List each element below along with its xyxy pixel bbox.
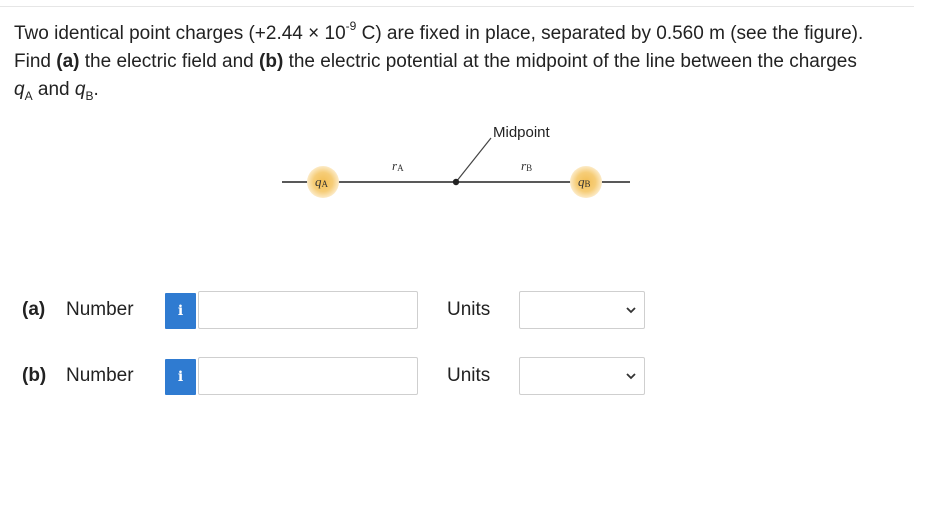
midpoint-label: Midpoint <box>493 124 551 141</box>
charges-figure: Midpoint qA qB rA rB <box>282 124 630 198</box>
find-word: Find <box>14 51 57 72</box>
answer-row-a: (a) Number i Units <box>22 291 662 331</box>
number-input-b[interactable] <box>198 357 418 395</box>
question-line1-pre: Two identical point charges (+2.44 × 10 <box>14 23 346 44</box>
number-label-a: Number <box>66 299 134 320</box>
question-text: Two identical point charges (+2.44 × 10-… <box>14 20 904 104</box>
q-a-sub: A <box>24 88 33 103</box>
question-line1-post: C) are fixed in place, separated by 0.56… <box>356 23 864 44</box>
number-input-a[interactable] <box>198 291 418 329</box>
answer-row-b: (b) Number i Units <box>22 357 662 397</box>
part-b-tag: (b) <box>259 51 284 72</box>
info-icon-a[interactable]: i <box>165 293 196 329</box>
part-a-label: (a) <box>22 299 46 320</box>
r-a-label: rA <box>392 158 404 173</box>
units-select-b[interactable] <box>519 357 645 395</box>
units-label-b: Units <box>447 365 491 386</box>
end-punct: . <box>93 79 99 100</box>
midpoint-dot <box>452 178 460 186</box>
number-label-b: Number <box>66 365 134 386</box>
part-a-tag: (a) <box>56 51 80 72</box>
top-divider <box>0 6 914 7</box>
and-word: and <box>32 79 75 100</box>
question-line2-mid: the electric field and <box>79 51 260 72</box>
part-b-label: (b) <box>22 365 47 386</box>
question-line2-post: the electric potential at the midpoint o… <box>283 51 857 72</box>
exponent: -9 <box>345 18 357 33</box>
units-select-a[interactable] <box>519 291 645 329</box>
q-b-symbol: q <box>74 79 86 100</box>
midpoint-pointer <box>455 137 492 183</box>
chevron-down-icon <box>626 373 636 380</box>
info-icon-b[interactable]: i <box>165 359 196 395</box>
units-label-a: Units <box>447 299 491 320</box>
r-b-label: rB <box>521 158 532 173</box>
q-a-symbol: q <box>14 79 25 100</box>
chevron-down-icon <box>626 307 636 314</box>
